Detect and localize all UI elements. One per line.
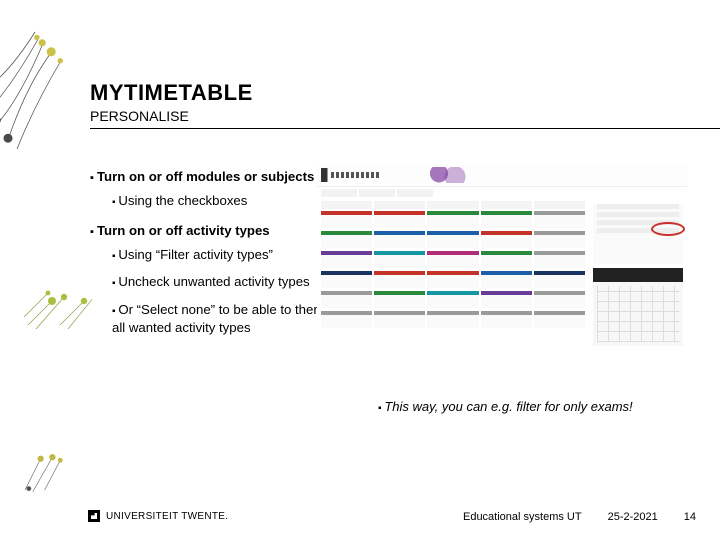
footer-date: 25-2-2021 xyxy=(608,511,658,523)
screenshot-header xyxy=(317,165,687,187)
footer-page-number: 14 xyxy=(684,511,696,523)
timetable-grid xyxy=(317,199,589,351)
right-column-bullets: This way, you can e.g. filter for only e… xyxy=(378,398,668,416)
embedded-screenshot xyxy=(317,165,687,365)
decoration-top-neuron xyxy=(0,30,80,160)
timetable-sidebar xyxy=(589,199,687,351)
title-divider xyxy=(90,128,720,129)
slide-subtitle: PERSONALISE xyxy=(90,108,690,124)
ut-logo-mini xyxy=(321,168,385,182)
title-block: MYTIMETABLE PERSONALISE xyxy=(90,80,690,124)
mini-calendar xyxy=(593,268,683,346)
right-bullet-1: This way, you can e.g. filter for only e… xyxy=(378,398,668,416)
decoration-mid-neuron xyxy=(20,275,100,335)
footer-logo: UNIVERSITEIT TWENTE. xyxy=(88,510,228,522)
footer-org: UNIVERSITEIT TWENTE. xyxy=(106,511,228,522)
slide-title: MYTIMETABLE xyxy=(90,80,690,106)
footer-center-text: Educational systems UT xyxy=(463,511,582,523)
purple-splash-icon xyxy=(427,167,467,183)
screenshot-tabs xyxy=(317,187,687,199)
decoration-bottom-neuron xyxy=(16,443,81,498)
red-callout-circle xyxy=(651,222,685,236)
footer-right: Educational systems UT 25-2-2021 14 xyxy=(463,511,696,523)
ut-logo-icon xyxy=(88,510,100,522)
